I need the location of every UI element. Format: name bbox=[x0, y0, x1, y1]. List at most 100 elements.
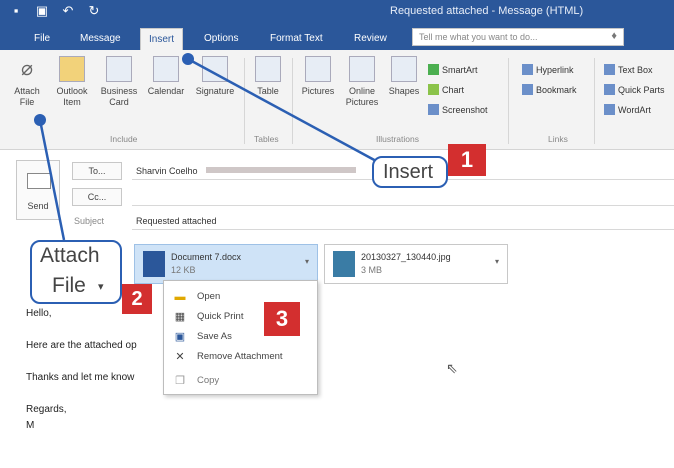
insert-callout: Insert bbox=[372, 156, 448, 188]
table-label: Table bbox=[257, 86, 279, 96]
undo-icon[interactable]: ↶ bbox=[60, 3, 76, 19]
message-compose-area: Send To... Sharvin Coelho Cc... Subject … bbox=[0, 150, 674, 468]
menu-item-label: Remove Attachment bbox=[197, 351, 283, 362]
group-label-links: Links bbox=[548, 134, 568, 144]
shapes-icon bbox=[391, 56, 417, 82]
outlook-item-button[interactable]: Outlook Item bbox=[52, 56, 92, 108]
table-icon bbox=[255, 56, 281, 82]
body-line[interactable]: M bbox=[26, 420, 34, 431]
menu-item-copy[interactable]: ❐ Copy bbox=[164, 371, 319, 391]
ribbon-divider bbox=[594, 58, 595, 144]
chevron-down-icon[interactable]: ▾ bbox=[495, 257, 499, 266]
cc-button[interactable]: Cc... bbox=[72, 188, 122, 206]
attachment-item[interactable]: 20130327_130440.jpg 3 MB ▾ bbox=[324, 244, 508, 284]
group-label-tables: Tables bbox=[254, 134, 279, 144]
send-button[interactable]: Send bbox=[16, 160, 60, 220]
smartart-button[interactable]: SmartArt bbox=[428, 64, 478, 75]
quick-parts-label: Quick Parts bbox=[618, 85, 665, 95]
image-file-icon bbox=[333, 251, 355, 277]
wordart-button[interactable]: WordArt bbox=[604, 104, 651, 115]
signature-label: Signature bbox=[195, 86, 235, 96]
to-recipient: Sharvin Coelho bbox=[136, 166, 198, 176]
quick-parts-icon bbox=[604, 84, 615, 95]
text-box-label: Text Box bbox=[618, 65, 653, 75]
send-label: Send bbox=[27, 201, 49, 211]
tab-options[interactable]: Options bbox=[196, 28, 246, 50]
table-button[interactable]: Table bbox=[250, 56, 286, 97]
attach-callout-label: Attach bbox=[40, 244, 100, 267]
calendar-button[interactable]: Calendar bbox=[144, 56, 188, 97]
screenshot-label: Screenshot bbox=[442, 105, 488, 115]
quick-access-toolbar: ▪ ▣ ↶ ↻ bbox=[8, 3, 102, 19]
menu-item-label: Quick Print bbox=[197, 311, 244, 322]
insert-callout-label: Insert bbox=[383, 161, 434, 183]
copy-icon: ❐ bbox=[175, 375, 185, 387]
file-callout-label: File bbox=[52, 274, 86, 297]
chart-button[interactable]: Chart bbox=[428, 84, 464, 95]
signature-button[interactable]: Signature bbox=[192, 56, 238, 97]
attach-file-callout: Attach File ▾ bbox=[30, 240, 122, 304]
save-icon[interactable]: ▣ bbox=[34, 3, 50, 19]
hyperlink-label: Hyperlink bbox=[536, 65, 574, 75]
redo-icon[interactable]: ↻ bbox=[86, 3, 102, 19]
tell-me-placeholder: Tell me what you want to do... bbox=[419, 32, 538, 42]
quick-parts-button[interactable]: Quick Parts bbox=[604, 84, 665, 95]
subject-label: Subject bbox=[74, 216, 105, 226]
word-document-icon bbox=[143, 251, 165, 277]
chevron-down-icon: ▾ bbox=[98, 281, 104, 293]
tab-file[interactable]: File bbox=[26, 28, 58, 50]
online-pictures-button[interactable]: Online Pictures bbox=[342, 56, 382, 108]
body-line[interactable]: Hello, bbox=[26, 308, 52, 319]
tab-message[interactable]: Message bbox=[72, 28, 129, 50]
tell-me-input[interactable]: Tell me what you want to do... ♦ bbox=[412, 28, 624, 46]
ribbon-tabs: File Message Insert Options Format Text … bbox=[0, 24, 674, 50]
attachment-size: 12 KB bbox=[171, 265, 196, 275]
to-button[interactable]: To... bbox=[72, 162, 122, 180]
menu-item-remove-attachment[interactable]: ✕ Remove Attachment bbox=[164, 347, 319, 367]
wordart-icon bbox=[604, 104, 615, 115]
body-line[interactable]: Here are the attached op bbox=[26, 340, 137, 351]
window-title: Requested attached - Message (HTML) bbox=[390, 5, 584, 17]
hyperlink-icon bbox=[522, 64, 533, 75]
pictures-icon bbox=[305, 56, 331, 82]
subject-field[interactable]: Requested attached bbox=[132, 212, 674, 230]
recipient-email-blurred bbox=[206, 167, 357, 173]
bookmark-button[interactable]: Bookmark bbox=[522, 84, 577, 95]
cc-field[interactable] bbox=[132, 188, 674, 206]
attach-file-label: Attach File bbox=[14, 86, 40, 107]
business-card-icon bbox=[106, 56, 132, 82]
wordart-label: WordArt bbox=[618, 105, 651, 115]
menu-item-label: Open bbox=[197, 291, 221, 302]
chart-label: Chart bbox=[442, 85, 465, 95]
bookmark-label: Bookmark bbox=[536, 85, 577, 95]
app-menu-icon[interactable]: ▪ bbox=[8, 3, 24, 19]
hyperlink-button[interactable]: Hyperlink bbox=[522, 64, 574, 75]
business-card-button[interactable]: Business Card bbox=[98, 56, 140, 108]
shapes-button[interactable]: Shapes bbox=[386, 56, 422, 97]
chevron-down-icon[interactable]: ▾ bbox=[305, 257, 309, 266]
menu-item-label: Copy bbox=[197, 375, 220, 386]
body-line[interactable]: Thanks and let me know bbox=[26, 372, 134, 383]
step-badge: 2 bbox=[122, 284, 152, 314]
screenshot-button[interactable]: Screenshot bbox=[428, 104, 488, 115]
pictures-button[interactable]: Pictures bbox=[298, 56, 338, 97]
screenshot-icon bbox=[428, 104, 439, 115]
body-line[interactable]: Regards, bbox=[26, 404, 67, 415]
shapes-label: Shapes bbox=[388, 86, 420, 96]
attachment-item[interactable]: Document 7.docx 12 KB ▾ bbox=[134, 244, 318, 284]
attachment-context-menu: ▬ Open ▦ Quick Print ▣ Save As ✕ Remove … bbox=[163, 280, 318, 395]
signature-icon bbox=[202, 56, 228, 82]
attach-file-button[interactable]: ⌀ Attach File bbox=[10, 56, 44, 108]
lightbulb-icon: ♦ bbox=[611, 30, 617, 42]
text-box-button[interactable]: Text Box bbox=[604, 64, 653, 75]
pictures-label: Pictures bbox=[301, 86, 335, 96]
online-pictures-icon bbox=[349, 56, 375, 82]
folder-icon: ▬ bbox=[174, 291, 186, 303]
tab-insert[interactable]: Insert bbox=[140, 28, 184, 50]
calendar-icon bbox=[153, 56, 179, 82]
step-badge: 3 bbox=[264, 302, 300, 336]
tab-review[interactable]: Review bbox=[346, 28, 395, 50]
ribbon-divider bbox=[508, 58, 509, 144]
save-icon: ▣ bbox=[174, 331, 186, 343]
tab-format-text[interactable]: Format Text bbox=[262, 28, 331, 50]
